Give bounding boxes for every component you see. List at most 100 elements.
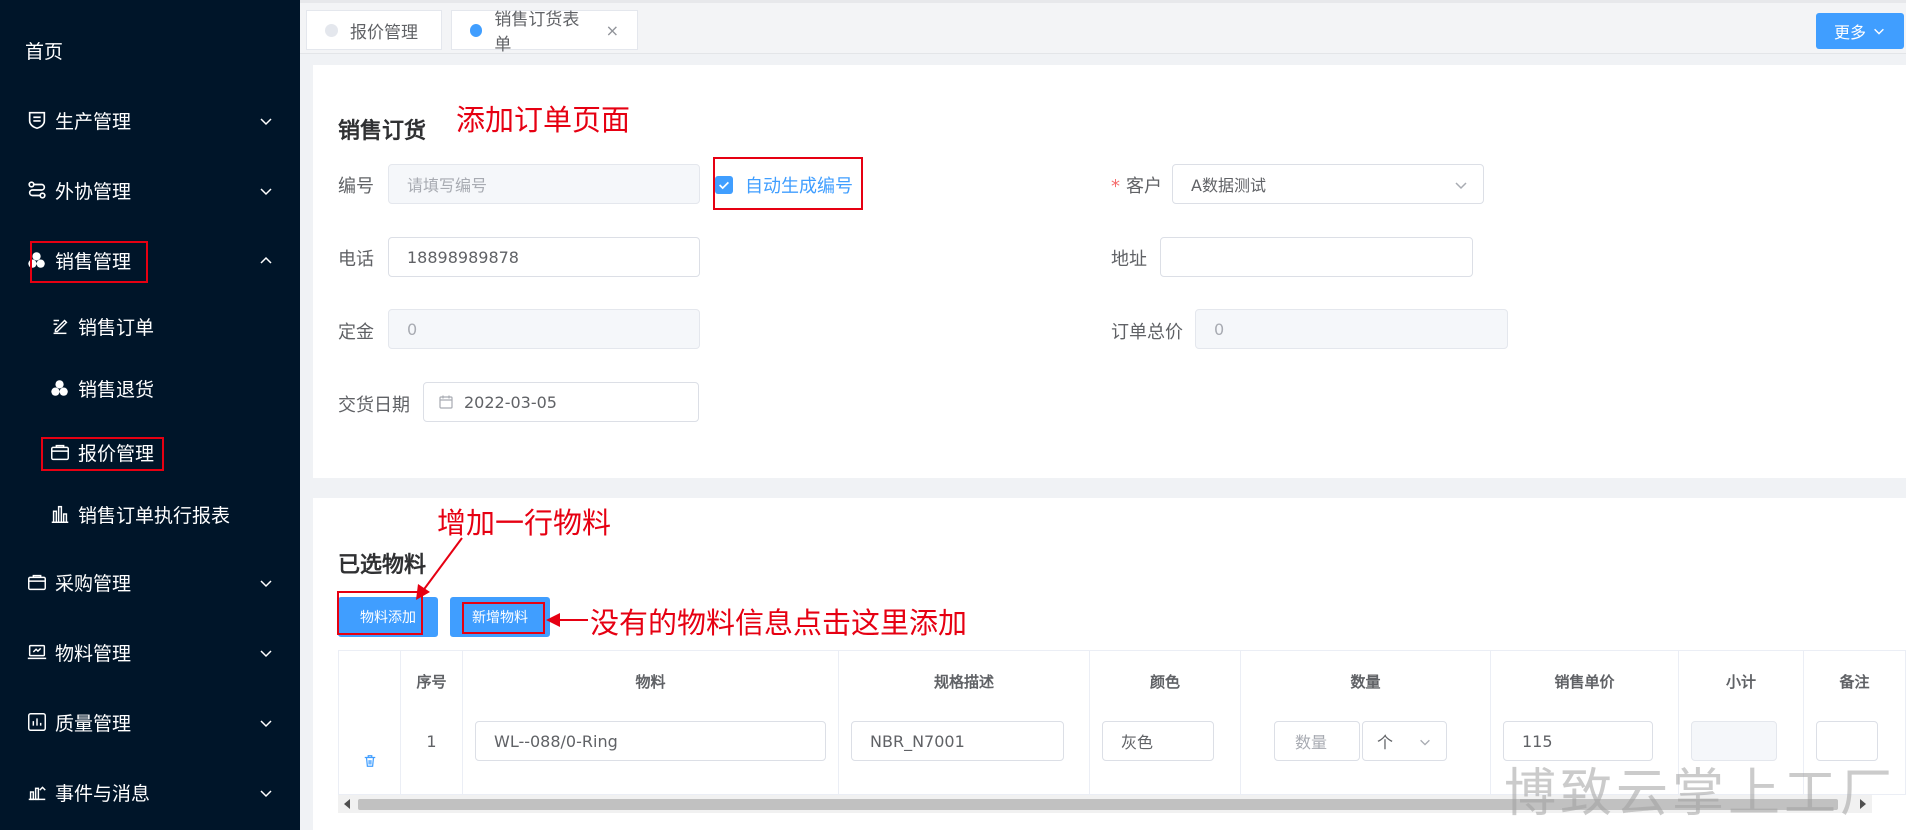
spec-value: NBR_N7001 (870, 731, 965, 751)
total-label: 订单总价 (1111, 322, 1183, 343)
material-input[interactable]: WL--088/0-Ring (475, 721, 826, 761)
quantity-placeholder: 数量 (1295, 733, 1328, 752)
coins-icon (25, 248, 49, 272)
sidebar-item-label: 销售管理 (55, 250, 132, 273)
code-input: 请填写编号 (388, 164, 700, 204)
chevron-down-icon (258, 644, 274, 660)
phone-input[interactable]: 18898989878 (388, 237, 700, 277)
sidebar-item-label: 首页 (25, 40, 64, 63)
column-header: 颜色 (1090, 651, 1241, 711)
chevron-down-icon (1453, 177, 1469, 193)
sidebar-item-label: 生产管理 (55, 110, 132, 133)
sidebar-item-sales[interactable]: 销售管理 (0, 230, 300, 290)
trash-icon[interactable] (363, 754, 377, 768)
sidebar-item-label: 报价管理 (78, 442, 155, 465)
delivery-date-value: 2022-03-05 (464, 392, 557, 412)
column-header: 小计 (1679, 651, 1804, 711)
add-material-row-button[interactable]: 物料添加 (338, 597, 438, 637)
delete-cell (339, 711, 401, 795)
column-header: 序号 (401, 651, 463, 711)
code-label: 编号 (338, 176, 374, 197)
scroll-left-icon[interactable] (344, 799, 350, 809)
column-header-actions (339, 651, 401, 711)
address-input[interactable] (1160, 237, 1473, 277)
material-value: WL--088/0-Ring (494, 731, 618, 751)
material-cell: WL--088/0-Ring (463, 711, 839, 795)
column-header: 数量 (1241, 651, 1491, 711)
deposit-label: 定金 (338, 322, 374, 343)
laptop-icon (25, 640, 49, 664)
annotation-new-material-note: 没有的物料信息点击这里添加 (590, 606, 968, 640)
tab-status-dot (325, 23, 338, 37)
color-value: 灰色 (1121, 733, 1154, 752)
tab-label: 报价管理 (350, 22, 418, 43)
edit-list-icon (48, 314, 72, 338)
stats-icon (25, 780, 49, 804)
unit-select[interactable]: 个 (1362, 721, 1447, 761)
sidebar-item-quality[interactable]: 质量管理 (0, 692, 300, 752)
sidebar-item-label: 销售退货 (78, 378, 155, 401)
deposit-value: 0 (407, 319, 418, 339)
column-header: 物料 (463, 651, 839, 711)
sidebar-item-label: 事件与消息 (55, 782, 151, 805)
tab-label: 销售订货表单 (494, 10, 580, 55)
sidebar-item-quotation[interactable]: 报价管理 (0, 422, 300, 482)
tabs-bar: 报价管理 销售订货表单 × 更多 (300, 0, 1906, 55)
deposit-input: 0 (388, 309, 700, 349)
more-button[interactable]: 更多 (1816, 13, 1904, 49)
spec-cell: NBR_N7001 (839, 711, 1090, 795)
sidebar-item-outsourcing[interactable]: 外协管理 (0, 160, 300, 220)
sidebar-item-sales-return[interactable]: 销售退货 (0, 358, 300, 418)
shield-icon (25, 108, 49, 132)
chevron-down-icon (258, 112, 274, 128)
delivery-date-picker[interactable]: 2022-03-05 (423, 382, 699, 422)
quantity-input[interactable]: 数量 (1274, 721, 1360, 761)
tab-sales-order-form[interactable]: 销售订货表单 × (451, 10, 638, 55)
new-material-label: 新增物料 (472, 610, 528, 626)
sidebar-item-label: 质量管理 (55, 712, 132, 735)
total-value: 0 (1214, 319, 1225, 339)
customer-value: A数据测试 (1191, 176, 1266, 195)
auto-code-checkbox[interactable]: 自动生成编号 (715, 172, 853, 198)
tab-quotation[interactable]: 报价管理 (306, 10, 442, 50)
materials-title: 已选物料 (338, 553, 427, 578)
sidebar-item-sales-report[interactable]: 销售订单执行报表 (0, 484, 300, 544)
row-index: 1 (401, 711, 463, 795)
sidebar-item-sales-order[interactable]: 销售订单 (0, 296, 300, 356)
sidebar-item-label: 销售订单 (78, 316, 155, 339)
bag-icon (48, 440, 72, 464)
calendar-icon (438, 394, 454, 410)
spec-input[interactable]: NBR_N7001 (851, 721, 1064, 761)
phone-label: 电话 (338, 249, 374, 270)
sidebar-item-production[interactable]: 生产管理 (0, 90, 300, 150)
route-icon (25, 178, 49, 202)
column-chart-icon (48, 502, 72, 526)
sidebar-item-events[interactable]: 事件与消息 (0, 762, 300, 822)
sidebar-item-label: 外协管理 (55, 180, 132, 203)
bar-chart-icon (25, 710, 49, 734)
coins-icon (48, 376, 72, 400)
customer-label: * 客户 (1111, 176, 1162, 197)
phone-value: 18898989878 (407, 247, 519, 267)
column-header: 备注 (1839, 672, 1870, 691)
new-material-button[interactable]: 新增物料 (450, 597, 550, 637)
tab-status-dot (470, 23, 483, 37)
color-input[interactable]: 灰色 (1102, 721, 1214, 761)
materials-table-header: 序号 物料 规格描述 颜色 数量 销售单价 小计 备注 (338, 650, 1906, 712)
total-input: 0 (1195, 309, 1508, 349)
check-icon (715, 176, 733, 194)
sidebar-item-purchase[interactable]: 采购管理 (0, 552, 300, 612)
auto-code-label: 自动生成编号 (745, 176, 853, 197)
customer-select[interactable]: A数据测试 (1172, 164, 1484, 204)
sidebar-item-label: 采购管理 (55, 572, 132, 595)
sidebar-item-home[interactable]: 首页 (0, 20, 300, 80)
sidebar-item-material[interactable]: 物料管理 (0, 622, 300, 682)
chevron-up-icon (258, 252, 274, 268)
page-title: 销售订货 (338, 119, 427, 144)
watermark: 博致云掌上工厂 (1503, 764, 1896, 824)
unit-value: 个 (1377, 733, 1394, 752)
add-material-row-label: 物料添加 (360, 610, 416, 626)
chevron-down-icon (258, 574, 274, 590)
close-icon[interactable]: × (606, 21, 619, 40)
bag-icon (25, 570, 49, 594)
